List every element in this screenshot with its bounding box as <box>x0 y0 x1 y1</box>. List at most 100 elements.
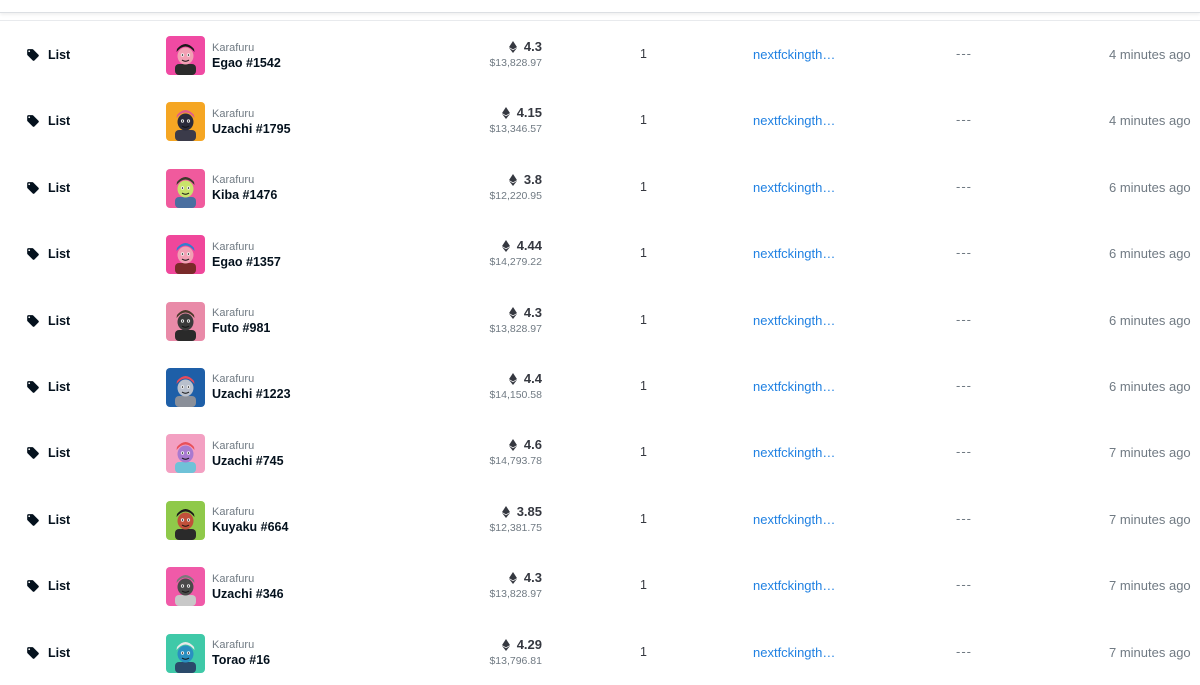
from-address-link[interactable]: nextfckingth… <box>753 645 835 660</box>
nft-avatar-image <box>166 434 205 474</box>
event-cell: List <box>26 181 70 195</box>
table-row[interactable]: List Karafuru Uzachi #1223 4.4 $14,150.5… <box>0 353 1200 419</box>
item-cell[interactable]: Karafuru Uzachi #1223 <box>166 367 291 407</box>
collection-name[interactable]: Karafuru <box>212 638 270 652</box>
price-cell: 4.44 $14,279.22 <box>489 238 542 270</box>
item-cell[interactable]: Karafuru Uzachi #745 <box>166 434 284 474</box>
nft-thumbnail[interactable] <box>166 633 205 673</box>
collection-name[interactable]: Karafuru <box>212 107 291 121</box>
timestamp[interactable]: 4 minutes ago <box>1109 47 1191 62</box>
quantity: 1 <box>640 246 647 261</box>
from-address-link[interactable]: nextfckingth… <box>753 246 835 261</box>
collection-name[interactable]: Karafuru <box>212 372 291 386</box>
item-name[interactable]: Egao #1357 <box>212 254 281 270</box>
table-row[interactable]: List Karafuru Egao #1542 4.3 $13,828.97 … <box>0 21 1200 87</box>
collection-name[interactable]: Karafuru <box>212 173 277 187</box>
nft-thumbnail[interactable] <box>166 434 205 474</box>
item-cell[interactable]: Karafuru Uzachi #346 <box>166 567 284 607</box>
timestamp[interactable]: 6 minutes ago <box>1109 180 1191 195</box>
item-cell[interactable]: Karafuru Kuyaku #664 <box>166 500 288 540</box>
table-row[interactable]: List Karafuru Torao #16 4.29 $13,796.81 … <box>0 619 1200 685</box>
item-name[interactable]: Uzachi #346 <box>212 586 284 602</box>
event-cell: List <box>26 48 70 62</box>
ethereum-icon <box>501 505 510 518</box>
timestamp[interactable]: 6 minutes ago <box>1109 246 1191 261</box>
nft-thumbnail[interactable] <box>166 36 205 75</box>
collection-name[interactable]: Karafuru <box>212 505 288 519</box>
event-cell: List <box>26 579 70 593</box>
nft-thumbnail[interactable] <box>166 235 205 275</box>
from-address-link[interactable]: nextfckingth… <box>753 578 835 593</box>
collection-name[interactable]: Karafuru <box>212 306 270 320</box>
to-address: --- <box>956 311 972 327</box>
nft-thumbnail[interactable] <box>166 301 205 341</box>
from-address-link[interactable]: nextfckingth… <box>753 313 835 328</box>
table-row[interactable]: List Karafuru Kuyaku #664 3.85 $12,381.7… <box>0 486 1200 552</box>
timestamp[interactable]: 7 minutes ago <box>1109 512 1191 527</box>
table-row[interactable]: List Karafuru Egao #1357 4.44 $14,279.22… <box>0 220 1200 286</box>
collection-name[interactable]: Karafuru <box>212 439 284 453</box>
nft-thumbnail[interactable] <box>166 367 205 407</box>
to-address: --- <box>956 112 972 128</box>
to-address: --- <box>956 444 972 460</box>
from-address-link[interactable]: nextfckingth… <box>753 113 835 128</box>
timestamp[interactable]: 6 minutes ago <box>1109 313 1191 328</box>
item-name[interactable]: Kuyaku #664 <box>212 519 288 535</box>
price-usd: $14,150.58 <box>489 388 542 401</box>
from-address-link[interactable]: nextfckingth… <box>753 180 835 195</box>
timestamp[interactable]: 7 minutes ago <box>1109 445 1191 460</box>
item-name[interactable]: Futo #981 <box>212 320 270 336</box>
nft-thumbnail[interactable] <box>166 102 205 142</box>
from-address-link[interactable]: nextfckingth… <box>753 512 835 527</box>
price-usd: $12,381.75 <box>489 521 542 534</box>
item-cell[interactable]: Karafuru Uzachi #1795 <box>166 102 291 142</box>
price-cell: 3.8 $12,220.95 <box>489 172 542 204</box>
nft-avatar-image <box>166 567 205 607</box>
quantity: 1 <box>640 312 647 327</box>
price-cell: 4.3 $13,828.97 <box>489 39 542 71</box>
tag-icon <box>27 381 39 393</box>
from-address-link[interactable]: nextfckingth… <box>753 445 835 460</box>
item-cell[interactable]: Karafuru Kiba #1476 <box>166 168 277 208</box>
item-name[interactable]: Uzachi #1223 <box>212 386 291 402</box>
table-row[interactable]: List Karafuru Uzachi #745 4.6 $14,793.78… <box>0 419 1200 485</box>
item-cell[interactable]: Karafuru Futo #981 <box>166 301 270 341</box>
item-name[interactable]: Egao #1542 <box>212 55 281 71</box>
ethereum-icon <box>501 107 510 120</box>
collection-name[interactable]: Karafuru <box>212 572 284 586</box>
to-address: --- <box>956 577 972 593</box>
nft-thumbnail[interactable] <box>166 168 205 208</box>
price-usd: $13,828.97 <box>489 322 542 335</box>
price-usd: $12,220.95 <box>489 189 542 202</box>
nft-thumbnail[interactable] <box>166 567 205 607</box>
item-name[interactable]: Kiba #1476 <box>212 187 277 203</box>
table-row[interactable]: List Karafuru Futo #981 4.3 $13,828.97 1… <box>0 287 1200 353</box>
item-cell[interactable]: Karafuru Egao #1542 <box>166 36 281 75</box>
nft-thumbnail[interactable] <box>166 500 205 540</box>
price-eth: 3.8 <box>523 171 542 187</box>
ethereum-icon <box>508 372 517 385</box>
price-cell: 4.3 $13,828.97 <box>489 305 542 337</box>
from-address-link[interactable]: nextfckingth… <box>753 47 835 62</box>
item-cell[interactable]: Karafuru Egao #1357 <box>166 235 281 275</box>
collection-name[interactable]: Karafuru <box>212 41 281 55</box>
table-row[interactable]: List Karafuru Uzachi #346 4.3 $13,828.97… <box>0 552 1200 618</box>
timestamp[interactable]: 7 minutes ago <box>1109 645 1191 660</box>
item-name[interactable]: Uzachi #1795 <box>212 121 291 137</box>
event-label: List <box>48 313 71 328</box>
item-name[interactable]: Uzachi #745 <box>212 453 284 469</box>
timestamp[interactable]: 4 minutes ago <box>1109 113 1191 128</box>
from-address-link[interactable]: nextfckingth… <box>753 379 835 394</box>
price-usd: $13,828.97 <box>489 57 542 69</box>
timestamp[interactable]: 7 minutes ago <box>1109 578 1191 593</box>
event-cell: List <box>26 646 70 660</box>
tag-icon <box>27 580 39 592</box>
collection-name[interactable]: Karafuru <box>212 240 281 254</box>
quantity: 1 <box>640 445 647 460</box>
nft-avatar-image <box>166 168 205 208</box>
table-row[interactable]: List Karafuru Uzachi #1795 4.15 $13,346.… <box>0 87 1200 153</box>
timestamp[interactable]: 6 minutes ago <box>1109 379 1191 394</box>
item-cell[interactable]: Karafuru Torao #16 <box>166 633 270 673</box>
price-eth: 3.85 <box>516 503 542 519</box>
table-row[interactable]: List Karafuru Kiba #1476 3.8 $12,220.95 … <box>0 154 1200 220</box>
